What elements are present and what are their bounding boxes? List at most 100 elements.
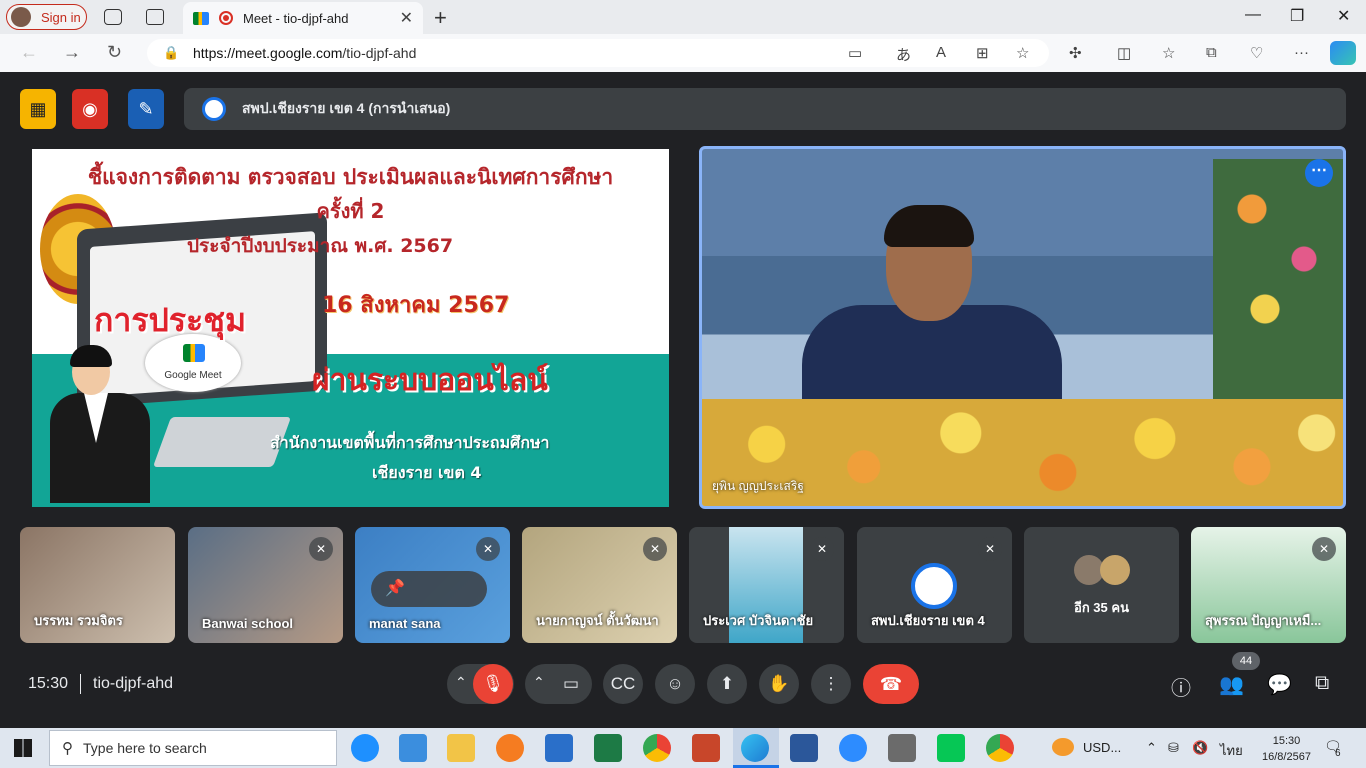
weather-text[interactable]: USD... xyxy=(1083,740,1121,755)
activities-icon[interactable]: ⧉ xyxy=(1315,672,1329,695)
divider xyxy=(80,674,81,694)
participant-name: manat sana xyxy=(369,616,441,631)
close-window-icon[interactable]: ✕ xyxy=(1337,6,1350,26)
camera-options-chevron-icon[interactable]: ⌃ xyxy=(533,674,545,691)
camera-permission-icon[interactable]: ▭ xyxy=(848,44,862,62)
chrome-profile-icon[interactable] xyxy=(986,734,1014,762)
mic-off-icon: ✕ xyxy=(309,537,333,561)
workspaces-icon[interactable] xyxy=(104,9,122,25)
read-aloud-icon[interactable]: A xyxy=(936,44,946,61)
maximize-icon[interactable]: ❐ xyxy=(1290,6,1304,26)
participant-name: บรรทม รวมจิตร xyxy=(34,613,123,628)
favorite-star-icon[interactable]: ☆ xyxy=(1016,44,1029,62)
language-indicator[interactable]: ไทย xyxy=(1220,740,1243,761)
forward-icon[interactable]: → xyxy=(63,42,81,63)
mic-options-chevron-icon[interactable]: ⌃ xyxy=(455,674,467,691)
slide-meeting: การประชุม xyxy=(94,301,247,339)
copilot-icon[interactable] xyxy=(1330,41,1356,65)
tab-actions-icon[interactable] xyxy=(146,9,164,25)
speaker-tile[interactable]: ⋯ ยุพิน ญญประเสริฐ xyxy=(699,146,1346,509)
chat-icon[interactable]: 💬 xyxy=(1267,672,1292,697)
mic-off-icon: ✕ xyxy=(643,537,667,561)
collections-icon[interactable]: ⧉ xyxy=(1206,44,1217,61)
lock-icon[interactable]: 🔒 xyxy=(163,45,179,61)
more-options-button[interactable]: ⋮ xyxy=(811,664,851,704)
taskbar-search-box[interactable]: ⚲ Type here to search xyxy=(49,730,337,766)
browser-essentials-icon[interactable]: ♡ xyxy=(1250,44,1263,62)
mail-icon[interactable] xyxy=(545,734,573,762)
network-icon[interactable]: ⛁ xyxy=(1168,740,1179,756)
split-screen-icon[interactable]: ◫ xyxy=(1117,44,1131,62)
participant-tile[interactable]: ✕ สุพรรณ ปัญญาเหมื... xyxy=(1191,527,1346,643)
pin-icon[interactable]: 📌 xyxy=(385,580,405,597)
refresh-icon[interactable]: ↻ xyxy=(107,42,122,63)
close-tab-icon[interactable]: ✕ xyxy=(400,8,413,28)
presentation-bar: สพป.เชียงราย เขต 4 (การนำเสนอ) xyxy=(184,88,1346,130)
app-available-icon[interactable]: ⊞ xyxy=(976,44,989,62)
line-icon[interactable] xyxy=(937,734,965,762)
extensions-icon[interactable]: ✣ xyxy=(1069,44,1082,62)
store-icon[interactable] xyxy=(399,734,427,762)
participant-tile[interactable]: ✕ สพป.เชียงราย เขต 4 xyxy=(857,527,1012,643)
presenter-logo-icon xyxy=(202,97,226,121)
tile-hover-actions[interactable]: 📌 xyxy=(371,571,487,607)
flower-decoration xyxy=(1213,159,1343,409)
recording-button[interactable]: ◉ xyxy=(72,89,108,129)
internet-explorer-icon[interactable] xyxy=(351,734,379,762)
participant-tile[interactable]: ✕ 📌 manat sana xyxy=(355,527,510,643)
camera-button[interactable]: ▭ xyxy=(551,664,591,704)
edge-icon[interactable] xyxy=(741,734,769,762)
tile-options-icon[interactable]: ⋯ xyxy=(1305,159,1333,187)
taskbar-clock[interactable]: 15:30 16/8/2567 xyxy=(1262,733,1311,765)
people-icon[interactable]: 👥 xyxy=(1219,672,1244,697)
translate-icon[interactable]: あ xyxy=(896,44,911,65)
meeting-time: 15:30 xyxy=(28,675,69,692)
meeting-info-icon[interactable]: ⓘ xyxy=(1171,672,1191,701)
active-tab[interactable]: Meet - tio-djpf-ahd ✕ xyxy=(183,2,423,34)
leave-call-button[interactable]: ☎ xyxy=(863,664,919,704)
participant-tile[interactable]: บรรทม รวมจิตร xyxy=(20,527,175,643)
zoom-icon[interactable] xyxy=(839,734,867,762)
raise-hand-button[interactable]: ✋ xyxy=(759,664,799,704)
volume-muted-icon[interactable]: 🔇 xyxy=(1192,740,1208,756)
powerpoint-icon[interactable] xyxy=(692,734,720,762)
camera-off-indicator-icon[interactable]: ▦ xyxy=(20,89,56,129)
file-explorer-icon[interactable] xyxy=(447,734,475,762)
slide-date: 16 สิงหาคม 2567 xyxy=(322,293,510,318)
emoji-reactions-button[interactable]: ☺ xyxy=(655,664,695,704)
sign-in-label: Sign in xyxy=(41,9,81,25)
whiteboard-icon[interactable]: ✎ xyxy=(128,89,164,129)
excel-icon[interactable] xyxy=(594,734,622,762)
sign-in-button[interactable]: Sign in xyxy=(6,4,87,30)
new-tab-button[interactable]: + xyxy=(434,5,447,31)
meeting-code: tio-djpf-ahd xyxy=(93,675,174,692)
word-icon[interactable] xyxy=(790,734,818,762)
windows-start-icon[interactable] xyxy=(14,739,32,757)
weather-icon[interactable] xyxy=(1052,738,1074,756)
mic-off-button[interactable]: 🎙 xyxy=(473,664,513,704)
avatar xyxy=(11,7,31,27)
participant-tile[interactable]: ✕ ประเวศ บัวจินดาชัย xyxy=(689,527,844,643)
participant-tile[interactable]: ✕ Banwai school xyxy=(188,527,343,643)
search-placeholder: Type here to search xyxy=(83,740,207,756)
chrome-icon[interactable] xyxy=(643,734,671,762)
participant-tile[interactable]: ✕ นายกาญจน์ ตั้นวัฒนา xyxy=(522,527,677,643)
url-bar[interactable]: 🔒 https://meet.google.com/tio-djpf-ahd xyxy=(147,39,1049,67)
back-icon[interactable]: ← xyxy=(20,42,38,63)
notifications-count: 6 xyxy=(1335,748,1341,759)
clock-time: 15:30 xyxy=(1272,735,1301,747)
avatar xyxy=(1100,555,1130,585)
app-icon[interactable] xyxy=(888,734,916,762)
favorites-icon[interactable]: ☆ xyxy=(1162,44,1175,62)
participant-count-badge: 44 xyxy=(1232,652,1260,670)
minimize-icon[interactable]: — xyxy=(1245,6,1261,24)
firefox-icon[interactable] xyxy=(496,734,524,762)
others-tile[interactable]: อีก 35 คน xyxy=(1024,527,1179,643)
mic-off-icon: ✕ xyxy=(1312,537,1336,561)
more-menu-icon[interactable]: ··· xyxy=(1294,44,1309,61)
present-screen-button[interactable]: ⬆ xyxy=(707,664,747,704)
tab-title: Meet - tio-djpf-ahd xyxy=(243,10,349,26)
show-hidden-icons-icon[interactable]: ⌃ xyxy=(1146,740,1157,756)
participant-avatar xyxy=(911,563,957,609)
captions-button[interactable]: CC xyxy=(603,664,643,704)
